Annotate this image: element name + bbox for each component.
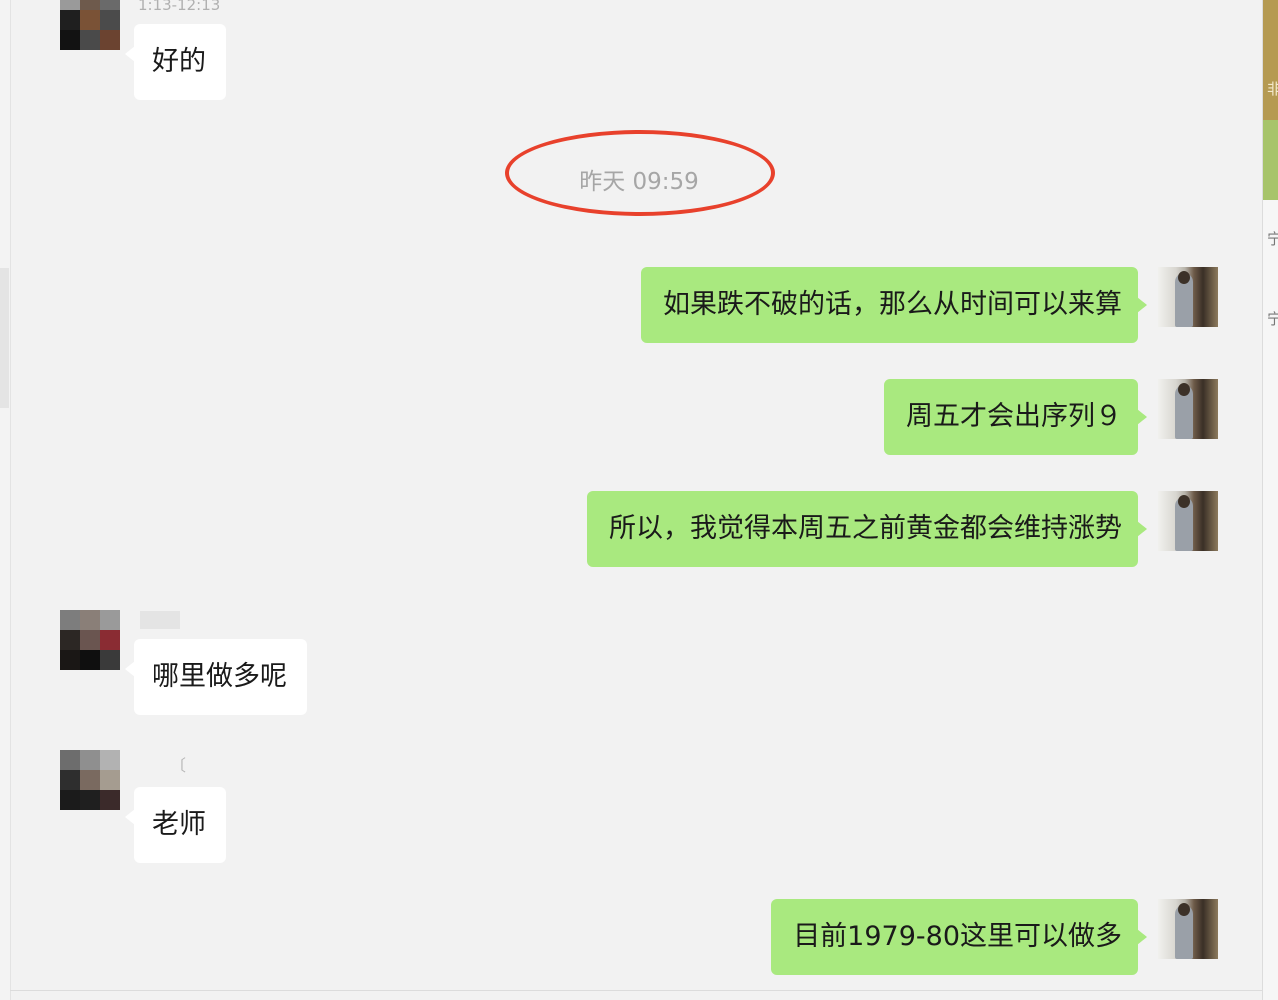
adjacent-window-image <box>1263 0 1278 120</box>
sidebar-scroll-thumb[interactable] <box>0 268 9 408</box>
adjacent-window-image <box>1263 120 1278 200</box>
left-sidebar-edge <box>0 0 11 1000</box>
timestamp-highlight-ellipse <box>505 130 775 216</box>
message-bubble-outgoing[interactable]: 目前1979-80这里可以做多 <box>771 899 1147 975</box>
input-area-divider <box>10 990 1262 991</box>
own-avatar-icon[interactable] <box>1158 491 1218 551</box>
adjacent-window-text: 非 <box>1267 78 1278 99</box>
adjacent-window-text: 宁 <box>1267 228 1278 249</box>
own-avatar-icon[interactable] <box>1158 379 1218 439</box>
contact-avatar-icon[interactable] <box>60 750 120 810</box>
adjacent-window-edge: 非 宁 宁 <box>1262 0 1278 1000</box>
adjacent-window-text: 宁 <box>1267 308 1278 329</box>
own-avatar-icon[interactable] <box>1158 899 1218 959</box>
chat-area: 1:13-12:13 好的 昨天 09:59 如果跌不破的话，那么从时间可以来算… <box>0 0 1262 1000</box>
partial-sender-name: 1:13-12:13 <box>138 0 221 10</box>
message-bubble-outgoing[interactable]: 周五才会出序列９ <box>884 379 1147 455</box>
contact-avatar-icon[interactable] <box>60 0 120 50</box>
message-bubble-outgoing[interactable]: 所以，我觉得本周五之前黄金都会维持涨势 <box>587 491 1147 567</box>
message-bubble-incoming[interactable]: 老师 <box>125 787 226 863</box>
sender-name-fragment: 〔 <box>170 756 187 775</box>
sender-name-blurred <box>140 611 180 629</box>
own-avatar-icon[interactable] <box>1158 267 1218 327</box>
message-bubble-incoming[interactable]: 好的 <box>125 24 226 100</box>
contact-avatar-icon[interactable] <box>60 610 120 670</box>
message-bubble-outgoing[interactable]: 如果跌不破的话，那么从时间可以来算 <box>641 267 1147 343</box>
message-bubble-incoming[interactable]: 哪里做多呢 <box>125 639 307 715</box>
